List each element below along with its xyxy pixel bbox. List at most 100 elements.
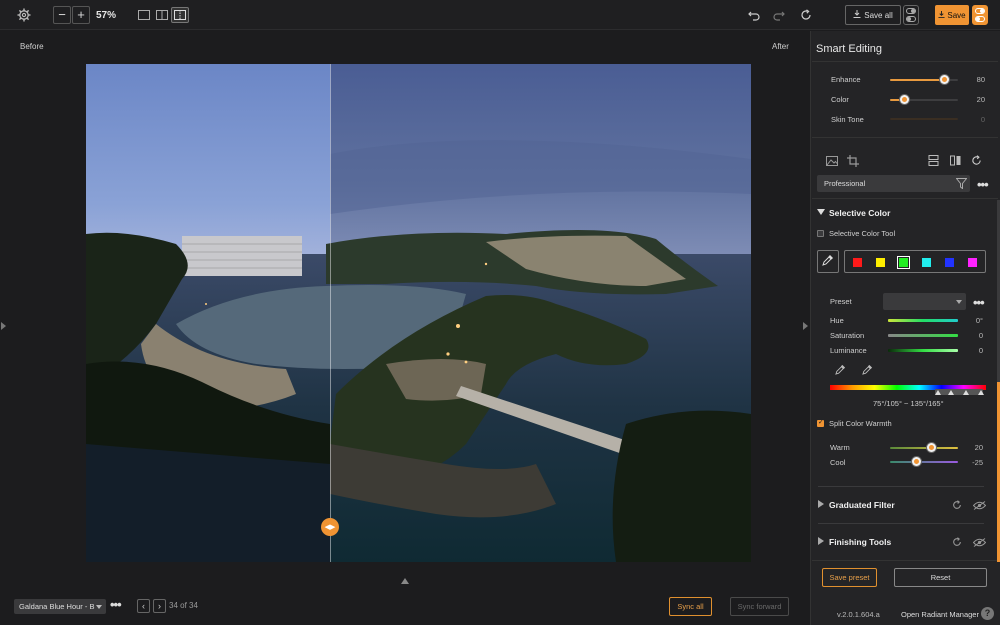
- save-all-label: Save all: [864, 10, 893, 20]
- visibility-eye-icon[interactable]: [972, 536, 986, 548]
- swatch-yellow[interactable]: [876, 258, 885, 267]
- enhance-value: 80: [976, 75, 985, 84]
- skin-tone-slider[interactable]: [890, 118, 958, 120]
- swatch-green[interactable]: [897, 256, 910, 269]
- image-icon[interactable]: [825, 155, 838, 167]
- swatch-red[interactable]: [853, 258, 862, 267]
- reset-button[interactable]: Reset: [894, 568, 987, 587]
- profile-value: Professional: [824, 179, 866, 188]
- divider: [812, 560, 998, 561]
- eyedropper-subtract-icon[interactable]: [861, 363, 873, 375]
- hue-range-handle[interactable]: [935, 390, 941, 395]
- eyedropper-icon: [822, 254, 834, 269]
- cool-slider[interactable]: [890, 457, 958, 466]
- luminance-slider[interactable]: [888, 349, 958, 352]
- download-icon: [853, 10, 861, 20]
- zoom-level: 57%: [96, 9, 117, 21]
- hue-range-handle[interactable]: [978, 390, 984, 395]
- collapse-caret-icon[interactable]: [817, 209, 825, 215]
- divider: [818, 486, 984, 487]
- single-view-icon[interactable]: [135, 7, 153, 23]
- color-picker-button[interactable]: [817, 250, 839, 273]
- swatch-cyan[interactable]: [922, 258, 931, 267]
- save-label: Save: [947, 10, 966, 20]
- zoom-out-button[interactable]: −: [53, 6, 71, 24]
- side-by-side-view-icon[interactable]: [153, 7, 171, 23]
- swatch-magenta[interactable]: [968, 258, 977, 267]
- sync-all-button[interactable]: Sync all: [669, 597, 712, 616]
- color-slider[interactable]: [890, 95, 958, 104]
- selective-preset-more-icon[interactable]: •••: [973, 295, 985, 310]
- save-all-options-toggle[interactable]: [903, 5, 919, 25]
- open-radiant-manager-link[interactable]: Open Radiant Manager: [901, 610, 979, 619]
- luminance-label: Luminance: [830, 346, 867, 355]
- split-warmth-label: Split Color Warmth: [829, 419, 892, 428]
- filter-icon: [955, 178, 968, 195]
- luminance-value: 0: [978, 346, 983, 355]
- visibility-eye-icon[interactable]: [972, 499, 986, 511]
- save-preset-button[interactable]: Save preset: [822, 568, 877, 587]
- enhance-slider[interactable]: [890, 75, 958, 84]
- image-counter: 34 of 34: [169, 601, 198, 610]
- reset-icon[interactable]: [951, 499, 963, 511]
- skin-tone-label: Skin Tone: [831, 115, 864, 124]
- finishing-tools-title[interactable]: Finishing Tools: [829, 537, 891, 547]
- split-divider[interactable]: [330, 64, 331, 562]
- cool-label: Cool: [830, 458, 846, 467]
- version-text: v.2.0.1.604.a: [837, 610, 880, 619]
- flip-horizontal-icon[interactable]: [949, 154, 962, 167]
- swatch-blue[interactable]: [945, 258, 954, 267]
- crop-icon[interactable]: [846, 154, 859, 167]
- previous-image-button[interactable]: ‹: [137, 599, 150, 613]
- hue-range-handle[interactable]: [948, 390, 954, 395]
- expand-filmstrip-icon[interactable]: [401, 578, 409, 584]
- save-all-button[interactable]: Save all: [845, 5, 901, 25]
- split-warmth-checkbox[interactable]: [817, 418, 824, 427]
- profile-select[interactable]: Professional: [817, 175, 970, 192]
- hue-range-text: 75°/105° ~ 135°/165°: [873, 399, 944, 408]
- reset-icon[interactable]: [951, 536, 963, 548]
- hue-range-handle[interactable]: [963, 390, 969, 395]
- photo-preview[interactable]: [86, 64, 751, 562]
- preset-select[interactable]: Galdana Blue Hour - B: [14, 599, 106, 614]
- graduated-filter-title[interactable]: Graduated Filter: [829, 500, 895, 510]
- next-image-button[interactable]: ›: [153, 599, 166, 613]
- before-label: Before: [20, 42, 44, 51]
- warm-label: Warm: [830, 443, 850, 452]
- color-value: 20: [976, 95, 985, 104]
- divider: [812, 198, 998, 199]
- profile-more-icon[interactable]: •••: [977, 177, 989, 192]
- split-handle[interactable]: ◀▶: [321, 518, 339, 536]
- saturation-slider[interactable]: [888, 334, 958, 337]
- sync-forward-button[interactable]: Sync forward: [730, 597, 789, 616]
- collapse-left-panel-icon[interactable]: [1, 322, 6, 330]
- warm-value: 20: [974, 443, 983, 452]
- zoom-in-button[interactable]: +: [72, 6, 90, 24]
- preset-more-icon[interactable]: •••: [110, 597, 122, 612]
- warm-slider[interactable]: [890, 443, 958, 452]
- selective-color-title[interactable]: Selective Color: [829, 208, 890, 218]
- help-icon[interactable]: ?: [981, 607, 994, 620]
- rotate-icon[interactable]: [970, 154, 983, 167]
- skin-tone-value: 0: [980, 115, 985, 124]
- enhance-label: Enhance: [831, 75, 861, 84]
- selective-color-tool-checkbox[interactable]: [817, 230, 824, 237]
- cool-value: -25: [972, 458, 983, 467]
- divider: [812, 137, 998, 138]
- color-label: Color: [831, 95, 849, 104]
- reset-rotate-icon[interactable]: [797, 6, 815, 24]
- hue-label: Hue: [830, 316, 844, 325]
- save-button[interactable]: Save: [935, 5, 969, 25]
- expand-caret-icon[interactable]: [818, 500, 824, 508]
- eyedropper-add-icon[interactable]: [834, 363, 846, 375]
- settings-gear-icon[interactable]: [14, 6, 34, 24]
- undo-icon[interactable]: [745, 6, 763, 24]
- split-view-icon[interactable]: [171, 7, 189, 23]
- selective-preset-select[interactable]: [883, 293, 966, 310]
- hue-slider[interactable]: [888, 319, 958, 322]
- save-options-toggle[interactable]: [972, 5, 988, 25]
- collapse-right-panel-icon[interactable]: [803, 322, 808, 330]
- flip-vertical-icon[interactable]: [927, 154, 940, 167]
- redo-icon[interactable]: [770, 6, 788, 24]
- expand-caret-icon[interactable]: [818, 537, 824, 545]
